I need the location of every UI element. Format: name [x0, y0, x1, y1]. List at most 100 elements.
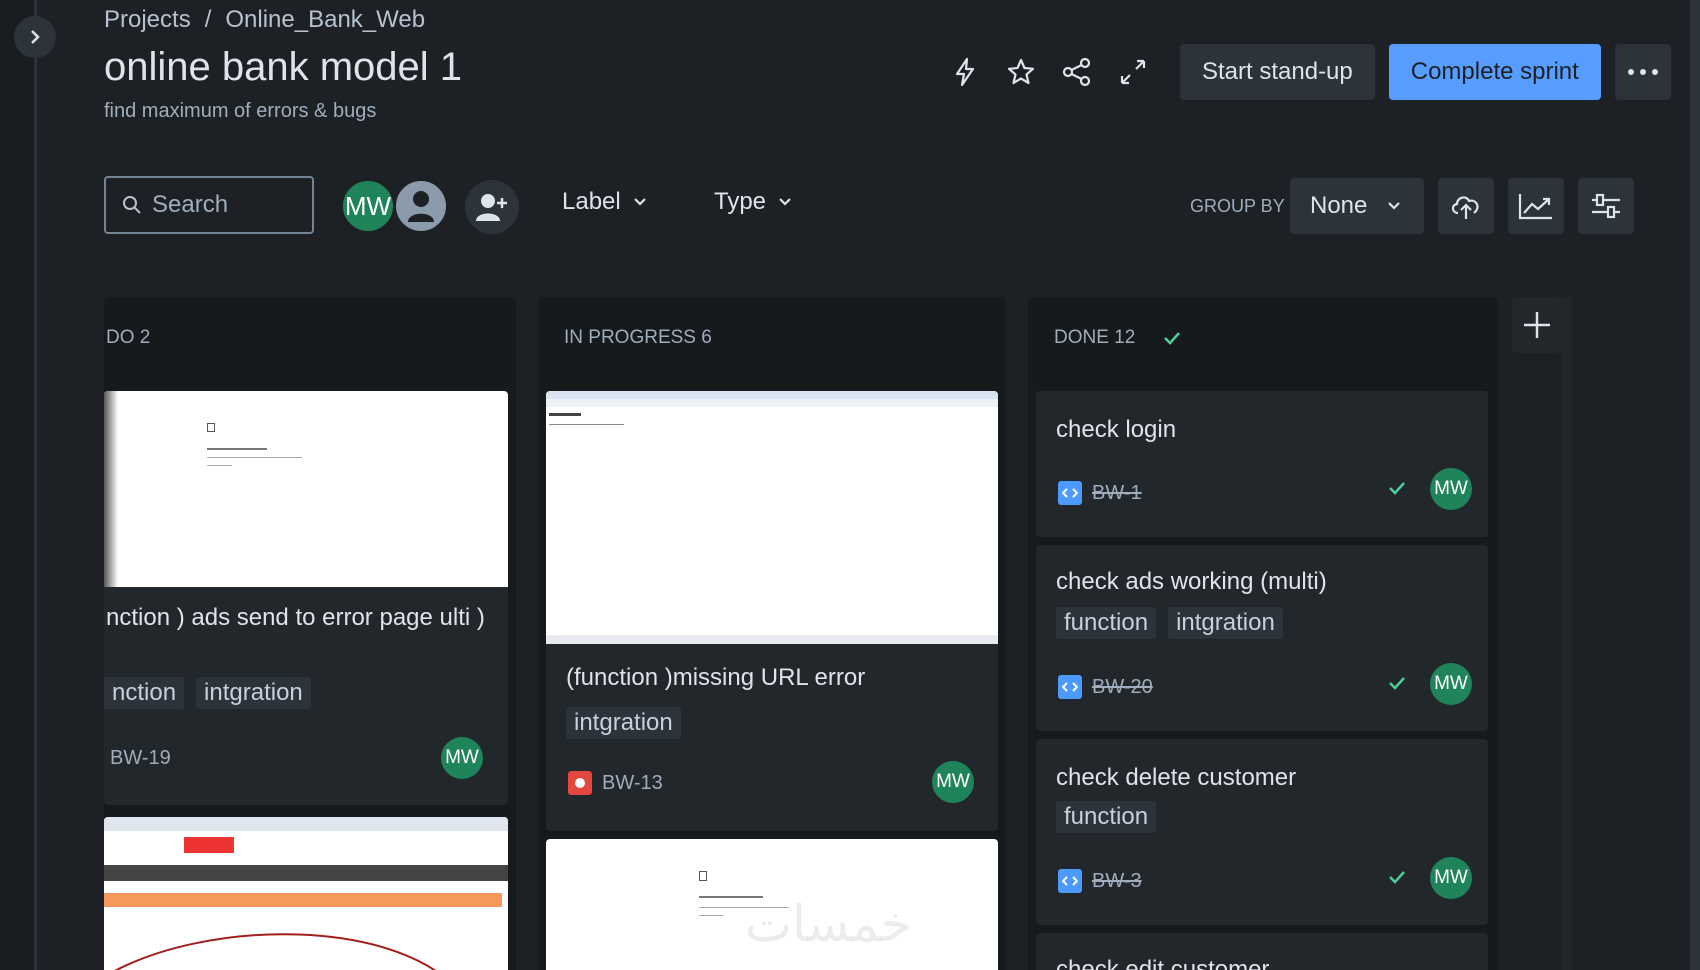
chevron-down-icon [1388, 202, 1401, 210]
complete-sprint-button[interactable]: Complete sprint [1388, 44, 1601, 100]
card-labels: nction intgration [104, 677, 323, 709]
automation-button[interactable] [940, 45, 990, 99]
share-button[interactable] [1052, 45, 1102, 99]
card-footer: BW-1 [1058, 481, 1142, 505]
column-title-done: DONE 12 [1054, 327, 1136, 348]
assignee-avatar[interactable]: MW [1430, 663, 1472, 705]
board-scrollbar[interactable] [1562, 297, 1572, 970]
label-chip[interactable]: function [1056, 801, 1157, 833]
card-footer: BW-19 [110, 747, 171, 770]
column-header-in-progress: IN PROGRESS 6 [564, 327, 712, 349]
thumb-text-line [699, 915, 723, 916]
sidebar-rail [0, 0, 37, 970]
insights-button[interactable] [1508, 178, 1564, 234]
breadcrumb-separator: / [204, 6, 212, 33]
card-check-edit-customer[interactable]: check edit customer [1036, 933, 1488, 970]
view-settings-button[interactable] [1578, 178, 1634, 234]
issue-key[interactable]: BW-1 [1092, 482, 1142, 505]
thumb-tab-bar [546, 391, 998, 399]
chevron-right-icon [31, 30, 40, 44]
label-filter[interactable]: Label [562, 188, 647, 216]
card-next-todo[interactable] [104, 817, 508, 970]
chevron-down-icon [779, 198, 791, 206]
card-bw-20[interactable]: check ads working (multi) function intgra… [1036, 545, 1488, 731]
more-actions-button[interactable] [1614, 44, 1671, 100]
star-icon [1007, 58, 1035, 85]
search-box[interactable] [104, 176, 314, 234]
share-icon [1062, 57, 1091, 87]
assignee-avatar[interactable]: MW [932, 761, 974, 803]
issue-key[interactable]: BW-19 [110, 747, 171, 770]
card-bw-1[interactable]: check login BW-1 MW [1036, 391, 1488, 537]
card-title: check edit customer [1056, 956, 1270, 970]
user-icon [408, 191, 434, 222]
group-by-value: None [1310, 192, 1368, 219]
group-by-label: GROUP BY [1190, 196, 1285, 216]
assignee-avatar[interactable]: MW [1430, 468, 1472, 510]
checkmark-icon [1164, 332, 1181, 345]
label-chip[interactable]: intgration [566, 707, 681, 739]
card-footer: BW-3 [1058, 869, 1142, 893]
cloud-upload-icon [1451, 196, 1479, 219]
label-chip[interactable]: intgration [196, 677, 311, 709]
done-check-icon [1389, 677, 1405, 690]
card-attachment-thumbnail [104, 391, 508, 587]
thumb-text-line [549, 413, 581, 416]
avatar-mw[interactable]: MW [340, 178, 396, 234]
add-user-icon [476, 194, 507, 221]
thumb-shadow [104, 391, 118, 587]
card-footer: BW-20 [1058, 675, 1153, 699]
column-title-todo: DO 2 [106, 327, 151, 348]
add-people-button[interactable] [465, 180, 519, 234]
issue-key[interactable]: BW-20 [1092, 676, 1153, 699]
issue-key[interactable]: BW-13 [602, 772, 663, 795]
avatar-unassigned[interactable] [393, 178, 449, 234]
page-scrollbar[interactable] [1690, 0, 1700, 970]
card-bw-19[interactable]: nction ) ads send to error page ulti ) n… [104, 391, 508, 805]
page-title: online bank model 1 [104, 45, 463, 89]
card-attachment-thumbnail [546, 391, 998, 644]
type-filter-text: Type [714, 188, 767, 215]
thumb-file-icon [207, 423, 215, 432]
card-title: (function )missing URL error [566, 664, 866, 691]
card-title: nction ) ads send to error page ulti ) [106, 604, 485, 631]
star-button[interactable] [996, 45, 1046, 99]
card-bw-13[interactable]: (function )missing URL error intgration … [546, 391, 998, 831]
card-bw-3[interactable]: check delete customer function BW-3 MW [1036, 739, 1488, 925]
card-title: check delete customer [1056, 764, 1297, 791]
label-chip[interactable]: intgration [1168, 607, 1283, 639]
chevron-down-icon [633, 198, 646, 206]
start-standup-button[interactable]: Start stand-up [1180, 44, 1375, 100]
release-button[interactable] [1438, 178, 1494, 234]
label-chip[interactable]: function [1056, 607, 1157, 639]
thumb-text-line [207, 465, 232, 466]
thumb-nav-bar [104, 865, 508, 881]
search-input[interactable] [152, 191, 292, 219]
type-filter[interactable]: Type [714, 188, 792, 216]
task-icon [1058, 675, 1082, 699]
task-icon [1058, 481, 1082, 505]
thumb-text-line [549, 424, 624, 425]
column-header-done: DONE 12 [1054, 327, 1181, 349]
label-chip[interactable]: nction [104, 677, 185, 709]
card-labels: function [1056, 801, 1168, 833]
thumb-text-line [207, 457, 302, 458]
breadcrumb-projects-link[interactable]: Projects [104, 6, 191, 34]
sidebar-expand-button[interactable] [14, 16, 56, 58]
fullscreen-button[interactable] [1108, 45, 1158, 99]
assignee-avatar[interactable]: MW [1430, 857, 1472, 899]
breadcrumb-project-link[interactable]: Online_Bank_Web [225, 6, 425, 34]
done-check-icon [1389, 871, 1405, 884]
column-todo: DO 2 nction ) ads send to error page ult… [104, 297, 516, 970]
issue-key[interactable]: BW-3 [1092, 870, 1142, 893]
thumb-curve [114, 933, 436, 970]
expand-icon [1120, 59, 1146, 85]
column-done: DONE 12 check login BW-1 MW check ads wo… [1028, 297, 1498, 970]
card-attachment-thumbnail [104, 817, 508, 970]
label-filter-text: Label [562, 188, 621, 215]
add-column-button[interactable] [1512, 297, 1562, 353]
group-by-select[interactable]: None [1290, 178, 1424, 234]
bug-icon [568, 771, 592, 795]
lightning-icon [955, 57, 975, 87]
assignee-avatar[interactable]: MW [441, 737, 483, 779]
